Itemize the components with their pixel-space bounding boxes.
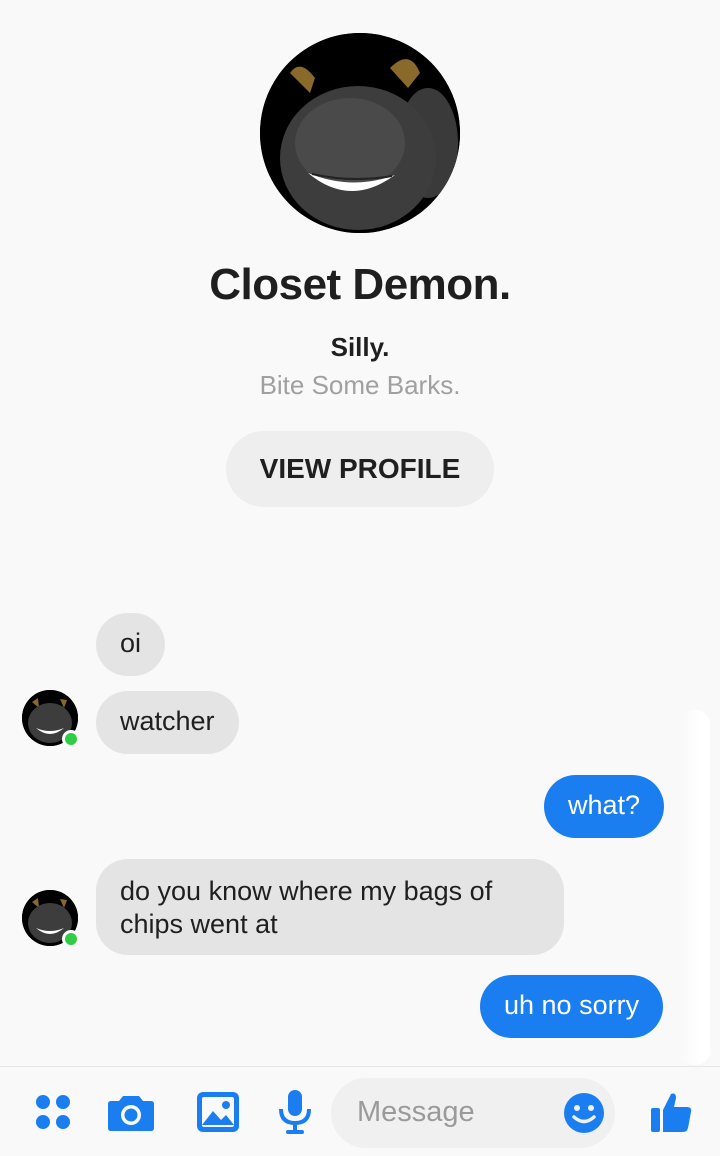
online-status-dot (62, 730, 80, 748)
profile-avatar[interactable] (260, 33, 460, 233)
microphone-icon[interactable] (270, 1087, 320, 1137)
online-status-dot (62, 930, 80, 948)
message-bubble-outgoing[interactable]: uh no sorry (480, 975, 664, 1038)
scroll-indicator[interactable] (680, 710, 710, 1065)
message-input[interactable]: Message (331, 1078, 615, 1148)
message-bubble-incoming[interactable]: watcher (96, 691, 239, 754)
profile-bio: Bite Some Barks. (259, 370, 461, 400)
messenger-chat-screen: Closet Demon. Silly. Bite Some Barks. VI… (0, 0, 720, 1156)
thumbs-up-icon[interactable] (646, 1087, 696, 1137)
gallery-icon[interactable] (193, 1087, 243, 1137)
message-bubble-outgoing[interactable]: what? (544, 775, 665, 838)
message-bubble-incoming[interactable]: do you know where my bags of chips went … (96, 859, 564, 955)
emoji-icon[interactable] (559, 1088, 609, 1138)
contact-avatar[interactable] (22, 890, 80, 948)
view-profile-button[interactable]: VIEW PROFILE (226, 431, 494, 507)
camera-icon[interactable] (106, 1087, 156, 1137)
profile-subtitle: Silly. (330, 332, 390, 362)
message-bubble-incoming[interactable]: oi (96, 613, 166, 676)
profile-name: Closet Demon. (209, 260, 511, 309)
apps-icon[interactable] (28, 1087, 78, 1137)
message-composer: Message (0, 1066, 720, 1156)
message-placeholder: Message (357, 1096, 475, 1128)
demon-avatar-image (260, 33, 460, 233)
contact-avatar[interactable] (22, 690, 80, 748)
